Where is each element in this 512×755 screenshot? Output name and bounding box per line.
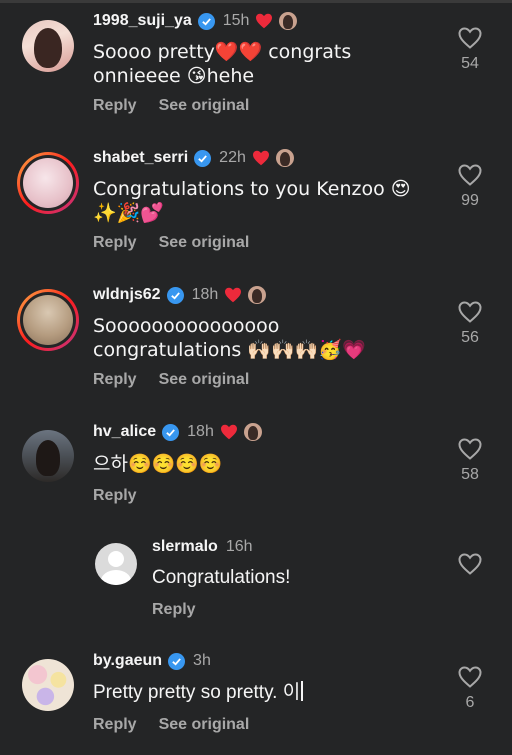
timestamp: 16h (225, 538, 253, 555)
comment-text: Congratulations to you Kenzoo 😍✨🎉💕 (93, 178, 411, 224)
comment-text: Soooo pretty❤️❤️ congrats onnieeee 😘hehe (93, 41, 352, 87)
avatar[interactable] (22, 430, 74, 482)
username[interactable]: wldnjs62 (93, 286, 161, 304)
comment-meta: slermalo 16h (152, 537, 253, 557)
like-button[interactable]: 54 (450, 27, 490, 73)
heart-outline-icon (458, 666, 482, 688)
comment-meta: by.gaeun 3h (93, 651, 211, 671)
reply-button[interactable]: Reply (93, 234, 137, 252)
verified-badge-icon (168, 652, 186, 670)
see-original-button[interactable]: See original (159, 371, 250, 389)
comment-meta: hv_alice 18h (93, 422, 262, 442)
reply-button[interactable]: Reply (93, 97, 137, 115)
avatar[interactable] (22, 659, 74, 711)
comment-text: Congratulations! (152, 567, 291, 588)
comment-meta: shabet_serri 22h (93, 148, 294, 168)
like-count: 56 (461, 329, 479, 346)
creator-avatar-icon (243, 423, 262, 441)
creator-heart-icon (252, 150, 269, 166)
heart-outline-icon (458, 301, 482, 323)
see-original-button[interactable]: See original (159, 97, 250, 115)
creator-avatar-icon (275, 149, 294, 167)
heart-outline-icon (458, 553, 482, 575)
heart-outline-icon (458, 164, 482, 186)
like-count: 58 (461, 466, 479, 483)
heart-outline-icon (458, 27, 482, 49)
comment-actions: Reply See original (93, 371, 249, 389)
like-button[interactable]: 99 (450, 164, 490, 210)
comment-meta: 1998_suji_ya 15h (93, 11, 298, 31)
username[interactable]: 1998_suji_ya (93, 12, 192, 30)
reply-button[interactable]: Reply (152, 601, 196, 619)
like-button[interactable] (450, 553, 490, 581)
like-count: 54 (461, 55, 479, 72)
like-count: 99 (461, 192, 479, 209)
verified-badge-icon (166, 286, 184, 304)
avatar[interactable] (17, 152, 79, 214)
timestamp: 3h (193, 652, 211, 669)
timestamp: 22h (219, 149, 246, 166)
comment-text: Sooooooooooooooo congratulations 🙌🏻🙌🏻🙌🏻🥳… (93, 315, 366, 361)
like-button[interactable]: 58 (450, 438, 490, 484)
verified-badge-icon (162, 423, 180, 441)
timestamp: 15h (222, 12, 250, 29)
comment-actions: Reply See original (93, 97, 249, 115)
default-avatar-icon[interactable] (95, 543, 137, 585)
comment-text-content: Pretty pretty so pretty. 이 (93, 682, 301, 703)
avatar[interactable] (22, 20, 74, 72)
username[interactable]: by.gaeun (93, 652, 162, 670)
creator-avatar-icon (279, 12, 298, 30)
username[interactable]: slermalo (152, 538, 218, 556)
heart-outline-icon (458, 438, 482, 460)
like-button[interactable]: 56 (450, 301, 490, 347)
comment-actions: Reply (152, 601, 196, 619)
reply-button[interactable]: Reply (93, 371, 137, 389)
text-cursor (301, 681, 304, 701)
username[interactable]: shabet_serri (93, 149, 188, 167)
like-button[interactable]: 6 (450, 666, 490, 712)
reply-button[interactable]: Reply (93, 487, 137, 505)
top-divider (0, 0, 512, 3)
reply-button[interactable]: Reply (93, 716, 137, 734)
avatar[interactable] (17, 289, 79, 351)
timestamp: 18h (191, 286, 219, 303)
verified-badge-icon (194, 149, 212, 167)
comment-actions: Reply (93, 487, 137, 505)
see-original-button[interactable]: See original (159, 234, 250, 252)
comment-text: 으하☺️☺️☺️☺️ (93, 453, 223, 475)
creator-heart-icon (225, 287, 242, 303)
see-original-button[interactable]: See original (159, 716, 250, 734)
creator-heart-icon (220, 424, 237, 440)
like-count: 6 (465, 694, 475, 711)
creator-avatar-icon (248, 286, 267, 304)
comment-text: Pretty pretty so pretty. 이 (93, 681, 433, 705)
username[interactable]: hv_alice (93, 423, 156, 441)
timestamp: 18h (187, 423, 214, 440)
comment-meta: wldnjs62 18h (93, 285, 267, 305)
comment-actions: Reply See original (93, 716, 249, 734)
verified-badge-icon (197, 12, 215, 30)
comment-actions: Reply See original (93, 234, 249, 252)
creator-heart-icon (256, 13, 273, 29)
